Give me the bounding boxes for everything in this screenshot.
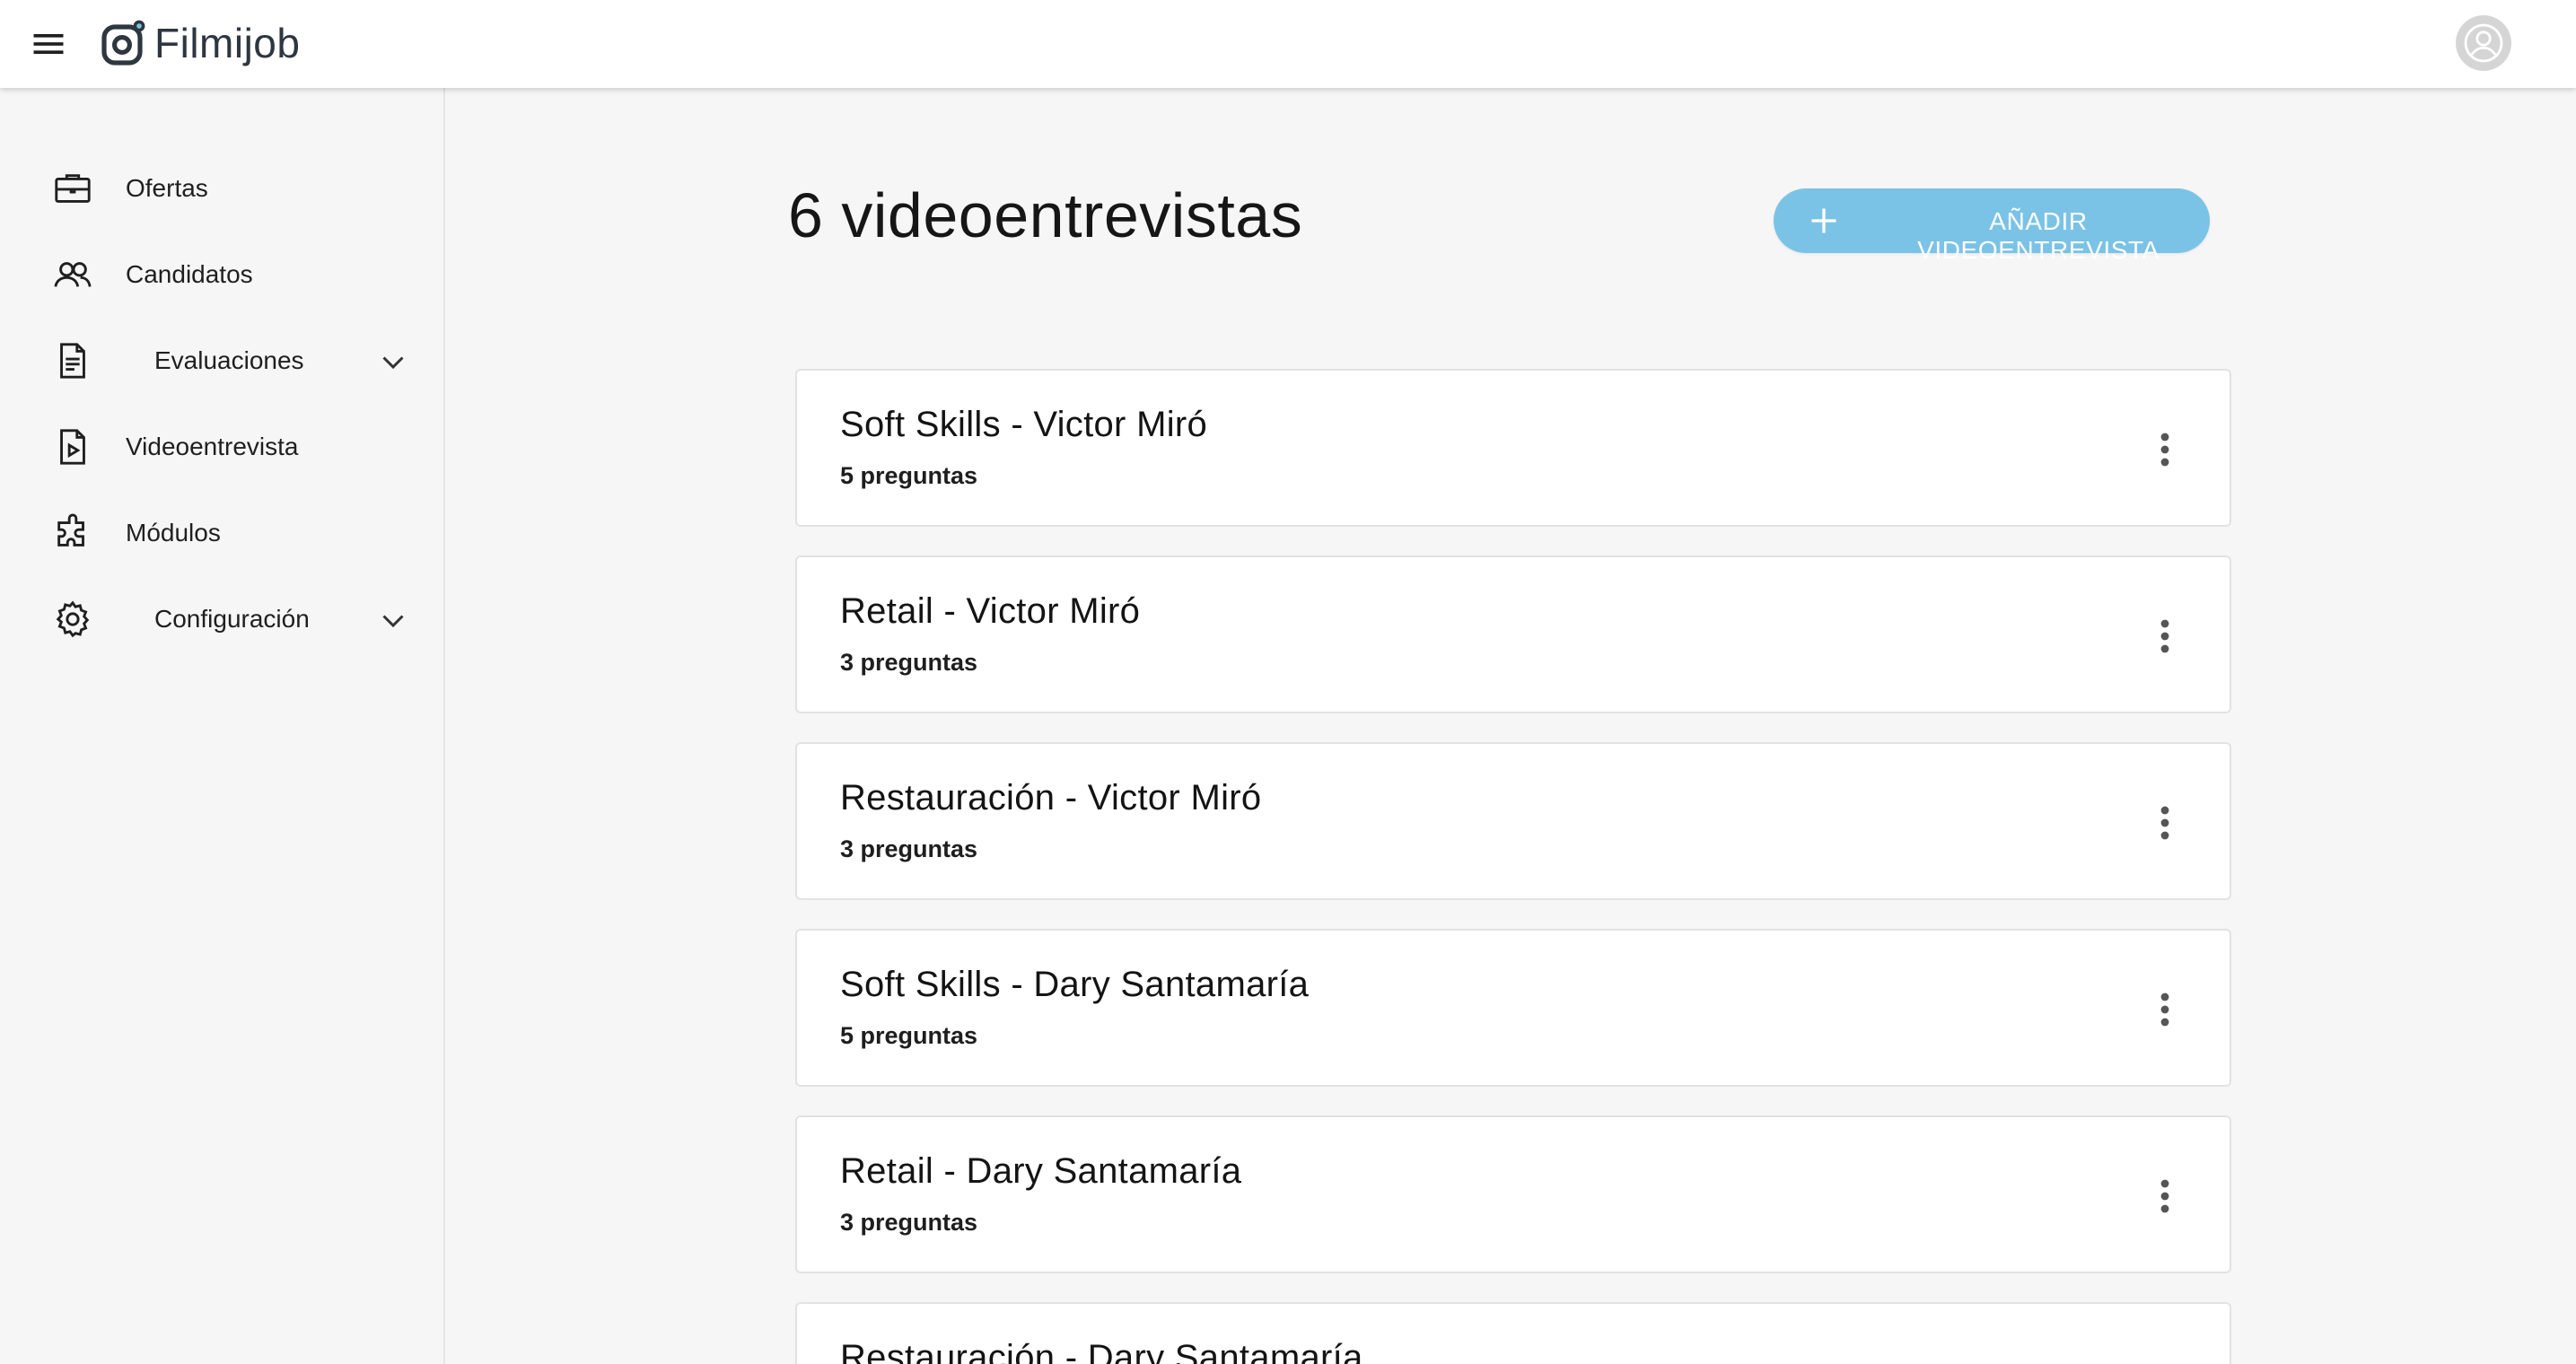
sidebar-item-modulos[interactable]: Módulos — [0, 494, 443, 572]
sidebar-nav: Ofertas Candidatos Evaluaciones Videoent… — [0, 88, 445, 1364]
sidebar-item-candidatos[interactable]: Candidatos — [0, 236, 443, 313]
interview-question-count: 3 preguntas — [840, 1209, 978, 1236]
more-vertical-icon — [2160, 619, 2169, 653]
more-options-button[interactable] — [2140, 1171, 2190, 1221]
interview-card[interactable]: Restauración - Dary Santamaría — [795, 1302, 2231, 1364]
sidebar-item-ofertas[interactable]: Ofertas — [0, 150, 443, 227]
more-options-button[interactable] — [2140, 611, 2190, 661]
sidebar-item-label: Evaluaciones — [154, 346, 304, 374]
video-file-icon — [52, 426, 93, 468]
interview-card[interactable]: Soft Skills - Victor Miró 5 preguntas — [795, 369, 2231, 527]
more-vertical-icon — [2160, 433, 2169, 467]
chevron-down-icon[interactable] — [377, 345, 409, 378]
user-avatar-icon — [2464, 23, 2503, 63]
gear-icon — [52, 599, 93, 640]
more-options-button[interactable] — [2140, 798, 2190, 848]
chevron-down-icon[interactable] — [377, 604, 409, 636]
interview-card[interactable]: Retail - Victor Miró 3 preguntas — [795, 555, 2231, 713]
add-videoentrevista-button[interactable]: AÑADIR VIDEOENTREVISTA — [1774, 188, 2210, 264]
interview-question-count: 3 preguntas — [840, 649, 978, 676]
interview-question-count: 5 preguntas — [840, 462, 978, 489]
more-vertical-icon — [2160, 992, 2169, 1027]
user-avatar-button[interactable] — [2456, 15, 2511, 71]
add-button-label: AÑADIR VIDEOENTREVISTA — [1917, 207, 2160, 264]
sidebar-item-label: Configuración — [154, 605, 310, 633]
top-app-bar: Filmijob — [0, 0, 2576, 88]
plus-icon — [1808, 205, 1840, 237]
interview-title: Restauración - Victor Miró — [840, 778, 1262, 818]
interview-title: Soft Skills - Dary Santamaría — [840, 965, 1310, 1004]
interview-question-count: 3 preguntas — [840, 835, 978, 862]
interview-title: Retail - Victor Miró — [840, 591, 1141, 631]
camera-logo-icon — [101, 20, 145, 66]
brand-logo[interactable]: Filmijob — [101, 7, 300, 79]
sidebar-item-label: Videoentrevista — [126, 433, 299, 460]
brand-name: Filmijob — [154, 20, 301, 66]
page-title: 6 videoentrevistas — [788, 180, 1303, 250]
users-icon — [52, 254, 93, 295]
interview-title: Restauración - Dary Santamaría — [840, 1338, 1363, 1364]
more-vertical-icon — [2160, 806, 2169, 840]
interview-card[interactable]: Restauración - Victor Miró 3 preguntas — [795, 742, 2231, 900]
document-list-icon — [52, 340, 93, 381]
menu-button[interactable] — [22, 17, 75, 71]
interview-card[interactable]: Retail - Dary Santamaría 3 preguntas — [795, 1115, 2231, 1273]
hamburger-menu-icon — [33, 34, 64, 54]
interview-card[interactable]: Soft Skills - Dary Santamaría 5 pregunta… — [795, 929, 2231, 1087]
sidebar-item-videoentrevista[interactable]: Videoentrevista — [0, 408, 443, 485]
interview-title: Retail - Dary Santamaría — [840, 1151, 1242, 1191]
more-vertical-icon — [2160, 1179, 2169, 1213]
sidebar-item-configuracion[interactable]: Configuración — [0, 581, 443, 658]
interview-question-count: 5 preguntas — [840, 1022, 978, 1049]
puzzle-icon — [52, 512, 93, 554]
sidebar-item-evaluaciones[interactable]: Evaluaciones — [0, 322, 443, 399]
sidebar-item-label: Ofertas — [126, 174, 208, 202]
more-options-button[interactable] — [2140, 424, 2190, 475]
sidebar-item-label: Candidatos — [126, 260, 253, 288]
interview-title: Soft Skills - Victor Miró — [840, 405, 1208, 444]
briefcase-icon — [52, 168, 93, 209]
more-options-button[interactable] — [2140, 984, 2190, 1035]
sidebar-item-label: Módulos — [126, 519, 221, 546]
